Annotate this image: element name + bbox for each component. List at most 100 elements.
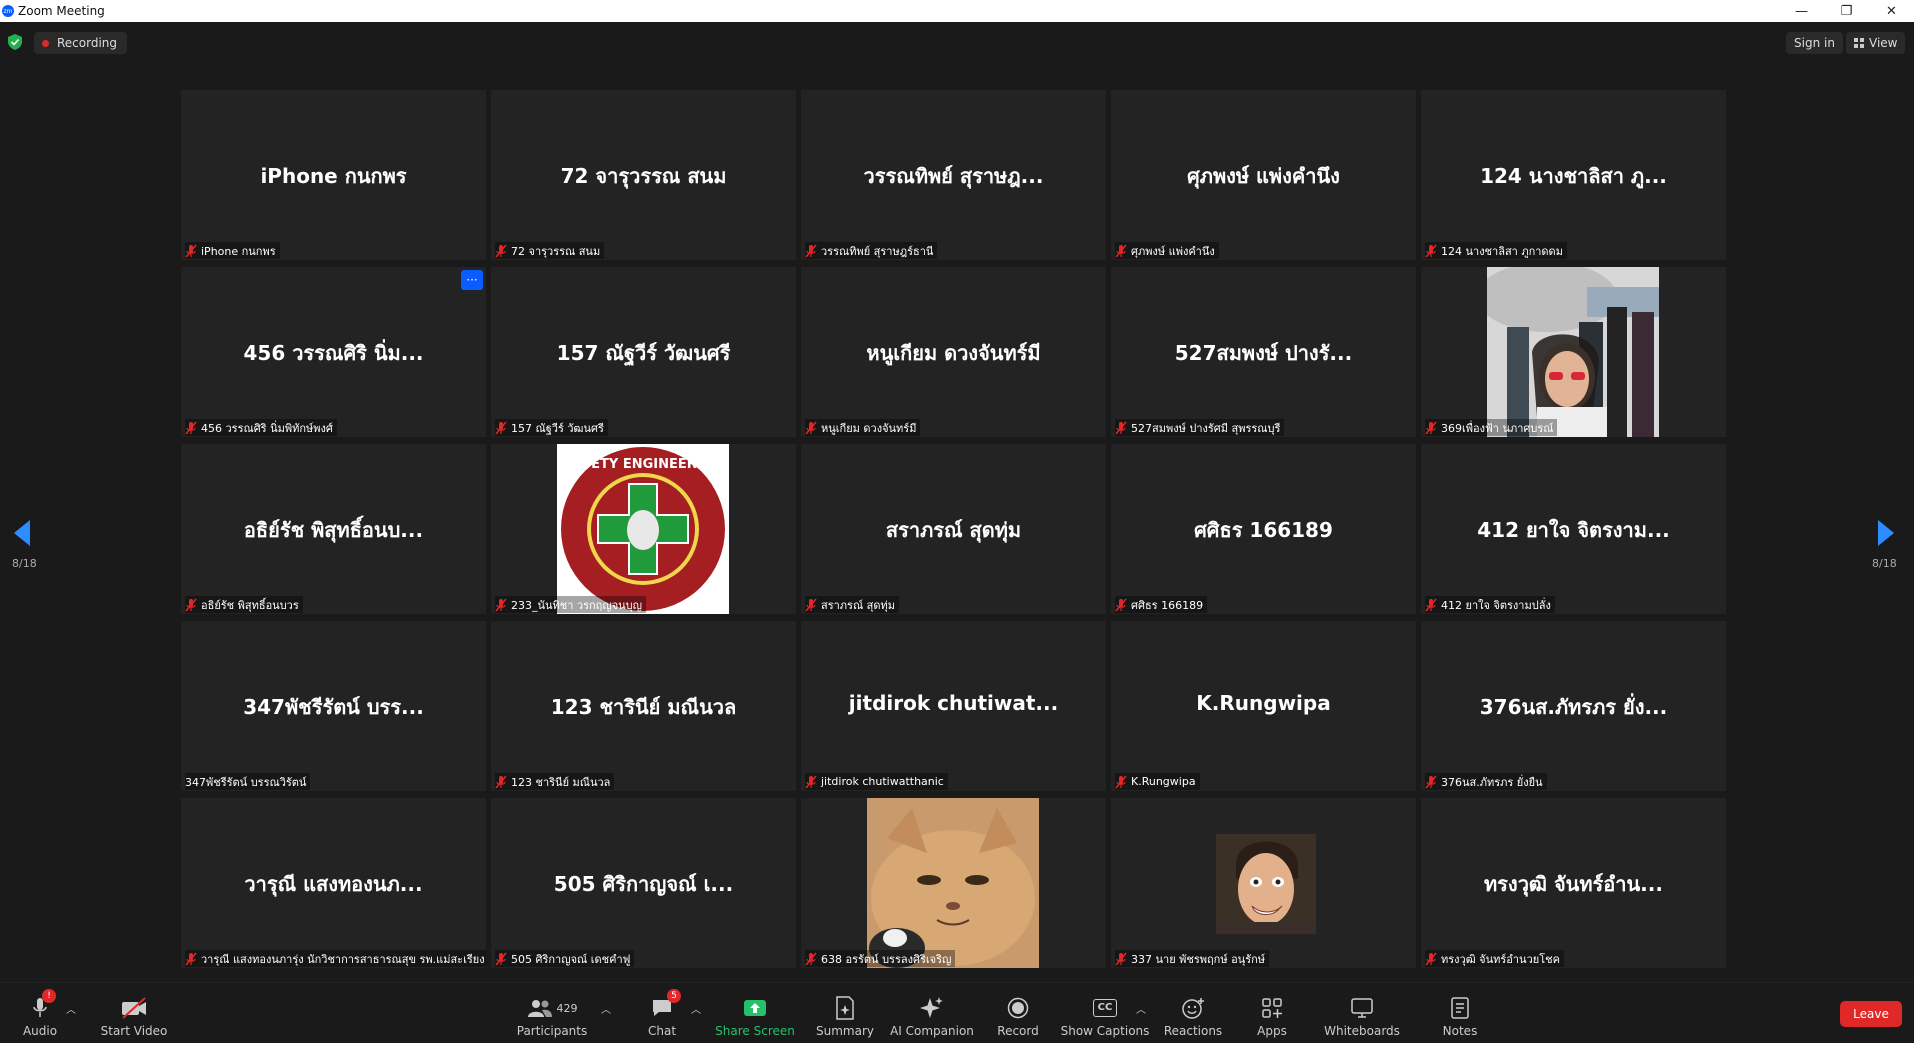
participant-tile[interactable]: 527สมพงษ์ ปางรั... 527สมพงษ์ ปางรัศมี สุพ… [1111,267,1416,437]
show-captions-button[interactable]: CC Show Captions [1061,983,1149,1043]
participant-name-text: วารุณี แสงทองนภารุ่ง นักวิชาการสาธารณสุข… [201,952,485,966]
participant-name-label: 347พัชรีรัตน์ บรรณวิรัตน์ [185,773,311,790]
chat-unread-badge: 5 [667,989,681,1003]
record-button[interactable]: Record [996,983,1040,1043]
participant-tile[interactable]: 123 ชารินีย์ มณีนวล 123 ชารินีย์ มณีนวล [491,621,796,791]
participant-display-name: วรรณทิพย์ สุราษฎ... [863,164,1044,188]
participant-name-text: 347พัชรีรัตน์ บรรณวิรัตน์ [185,775,307,789]
participant-video-image [1216,834,1316,934]
participant-name-label: ศุภพงษ์ แพ่งคำนึง [1115,242,1219,259]
view-button[interactable]: View [1846,32,1906,54]
summary-label: Summary [816,1024,874,1038]
participant-name-text: 638 อรรัตน์ บรรลงศิริเจริญ [821,952,952,966]
muted-microphone-icon [1425,952,1437,966]
participant-name-label: 412 ยาใจ จิตรงามปลั่ง [1425,596,1555,613]
participant-tile[interactable]: jitdirok chutiwat... jitdirok chutiwattha… [801,621,1106,791]
participant-display-name: อธิย์รัช พิสุทธิ์อนบ... [243,518,424,542]
participant-display-name: 412 ยาใจ จิตรงาม... [1477,518,1670,542]
participant-tile[interactable]: ศศิธร 166189 ศศิธร 166189 [1111,444,1416,614]
grid-view-icon [1854,38,1864,48]
summary-button[interactable]: Summary [816,983,874,1043]
previous-page-arrow-icon[interactable] [12,518,32,548]
chat-button[interactable]: 5 Chat [648,983,681,1043]
participant-name-label: 376นส.ภัทรภร ยั่งยืน [1425,773,1547,790]
recording-indicator[interactable]: Recording [34,32,128,54]
participant-tile[interactable]: 72 จารุวรรณ สนม 72 จารุวรรณ สนม [491,90,796,260]
captions-options-caret-icon[interactable]: ︿ [1136,1001,1146,1016]
minimize-button[interactable]: — [1779,0,1824,22]
share-screen-button[interactable]: Share Screen [715,983,795,1043]
participant-tile[interactable]: วรรณทิพย์ สุราษฎ... วรรณทิพย์ สุราษฎร์ธาน… [801,90,1106,260]
apps-button[interactable]: Apps [1256,983,1288,1043]
tile-more-options-button[interactable]: ··· [461,270,483,290]
muted-microphone-icon [185,952,197,966]
participant-video-image [867,798,1039,968]
participant-display-name: iPhone กนกพร [260,164,407,188]
participant-tile[interactable]: สราภรณ์ สุดทุ่ม สราภรณ์ สุดทุ่ม [801,444,1106,614]
participant-video-image [1477,267,1659,437]
participant-name-text: iPhone กนกพร [201,244,276,258]
window-title: Zoom Meeting [18,4,105,18]
participant-display-name: วารุณี แสงทองนภ... [244,872,423,896]
participant-name-text: วรรณทิพย์ สุราษฎร์ธานี [821,244,934,258]
participant-tile[interactable]: 412 ยาใจ จิตรงาม... 412 ยาใจ จิตรงามปลั่ง [1421,444,1726,614]
security-shield-icon[interactable] [8,34,22,50]
audio-options-caret-icon[interactable]: ︿ [66,1001,76,1016]
record-label: Record [997,1024,1039,1038]
chat-options-caret-icon[interactable]: ︿ [691,1001,701,1016]
meeting-topbar: Recording Sign in View [0,22,1914,62]
notes-button[interactable]: Notes [1442,983,1478,1043]
recording-label: Recording [57,36,118,50]
show-captions-label: Show Captions [1060,1024,1150,1038]
sign-in-button[interactable]: Sign in [1786,32,1843,54]
participant-tile[interactable]: 157 ณัฐวีร์ วัฒนศรี 157 ณัฐวีร์ วัฒนศรี [491,267,796,437]
participant-tile[interactable]: 124 นางชาลิสา ภู... 124 นางชาลิสา ภูกาดดม [1421,90,1726,260]
participant-tile[interactable]: iPhone กนกพร iPhone กนกพร [181,90,486,260]
start-video-button[interactable]: Start Video [100,983,168,1043]
participant-name-label: 157 ณัฐวีร์ วัฒนศรี [495,419,608,436]
participant-tile[interactable]: หนูเกียม ดวงจันทร์มี หนูเกียม ดวงจันทร์มี [801,267,1106,437]
whiteboards-label: Whiteboards [1324,1024,1400,1038]
close-button[interactable]: ✕ [1869,0,1914,22]
participant-display-name: ศุภพงษ์ แพ่งคำนึง [1187,164,1340,188]
reactions-button[interactable]: Reactions [1164,983,1222,1043]
video-off-icon [122,997,146,1019]
participants-button[interactable]: 429 Participants [517,983,587,1043]
participants-options-caret-icon[interactable]: ︿ [601,1001,611,1016]
participant-tile[interactable]: 347พัชรีรัตน์ บรร... 347พัชรีรัตน์ บรรณวิ… [181,621,486,791]
participant-tile[interactable]: วารุณี แสงทองนภ... วารุณี แสงทองนภารุ่ง น… [181,798,486,968]
participant-display-name: 527สมพงษ์ ปางรั... [1174,341,1353,365]
participant-tile[interactable]: 456 วรรณศิริ นิ่ม... ··· 456 วรรณศิริ นิ่ม… [181,267,486,437]
participant-tile[interactable]: 505 ศิริกาญจณ์ เ... 505 ศิริกาญจณ์ เดชคำฟ… [491,798,796,968]
participants-count: 429 [556,1001,578,1015]
audio-button[interactable]: ! Audio [22,983,58,1043]
participant-tile[interactable]: 337 นาย พัชรพฤกษ์ อนุรักษ์ [1111,798,1416,968]
participant-tile[interactable]: ทรงวุฒิ จันทร์อำน... ทรงวุฒิ จันทร์อำนวยโ… [1421,798,1726,968]
participant-name-label: 337 นาย พัชรพฤกษ์ อนุรักษ์ [1115,950,1270,967]
restore-button[interactable]: ❐ [1824,0,1869,22]
muted-microphone-icon [1115,598,1127,612]
audio-label: Audio [22,1024,58,1038]
participant-tile[interactable]: ศุภพงษ์ แพ่งคำนึง ศุภพงษ์ แพ่งคำนึง [1111,90,1416,260]
muted-microphone-icon [1425,775,1437,789]
participant-tile[interactable]: K.Rungwipa K.Rungwipa [1111,621,1416,791]
participant-tile[interactable]: 369เพื่องฟ้า นภาศบรณ์ [1421,267,1726,437]
whiteboards-button[interactable]: Whiteboards [1324,983,1400,1043]
participant-display-name: K.Rungwipa [1196,691,1331,715]
start-video-label: Start Video [100,1024,168,1038]
share-screen-label: Share Screen [715,1024,795,1038]
participant-name-text: jitdirok chutiwatthanic [821,775,944,788]
next-page-arrow-icon[interactable] [1876,518,1896,548]
apps-label: Apps [1257,1024,1287,1038]
ai-companion-button[interactable]: AI Companion [890,983,974,1043]
muted-microphone-icon [805,244,817,258]
muted-microphone-icon [1115,952,1127,966]
closed-captions-icon: CC [1093,999,1117,1017]
participant-tile[interactable]: อธิย์รัช พิสุทธิ์อนบ... อธิย์รัช พิสุทธิ์… [181,444,486,614]
participant-name-label: 527สมพงษ์ ปางรัศมี สุพรรณบุรี [1115,419,1285,436]
leave-button[interactable]: Leave [1840,1001,1902,1027]
participant-tile[interactable]: SAFETY ENGINEERING 233_นันทิชา วรกฤญจนบุญ [491,444,796,614]
participant-tile[interactable]: 638 อรรัตน์ บรรลงศิริเจริญ [801,798,1106,968]
participant-tile[interactable]: 376นส.ภัทรภร ยั่ง... 376นส.ภัทรภร ยั่งยืน [1421,621,1726,791]
muted-microphone-icon [495,421,507,435]
